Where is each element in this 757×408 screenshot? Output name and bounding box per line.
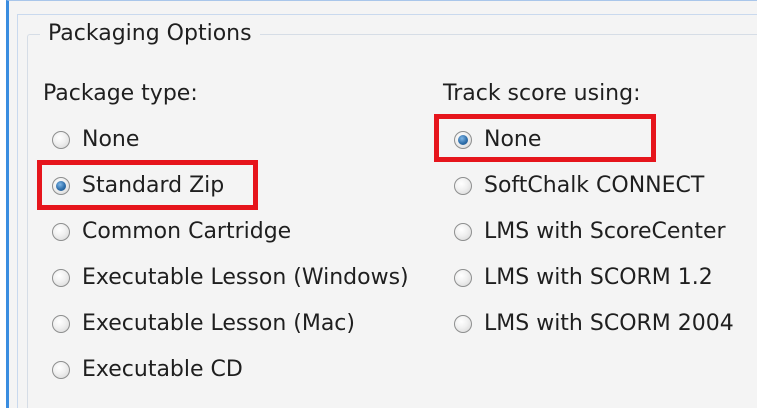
radio-checked-icon[interactable]: [454, 131, 472, 149]
track-score-option-lms-scorm-2004[interactable]: LMS with SCORM 2004: [454, 308, 734, 340]
track-score-option-softchalk-connect[interactable]: SoftChalk CONNECT: [454, 170, 704, 202]
group-title: Packaging Options: [40, 20, 260, 48]
radio-label: LMS with SCORM 1.2: [484, 265, 713, 290]
radio-checked-icon[interactable]: [52, 177, 70, 195]
radio-icon[interactable]: [454, 269, 472, 287]
package-type-option-common-cartridge[interactable]: Common Cartridge: [52, 216, 291, 248]
package-type-option-none[interactable]: None: [52, 124, 139, 156]
radio-label: LMS with ScoreCenter: [484, 219, 726, 244]
package-type-option-standard-zip[interactable]: Standard Zip: [52, 170, 224, 202]
radio-icon[interactable]: [52, 315, 70, 333]
track-score-option-none[interactable]: None: [454, 124, 541, 156]
radio-icon[interactable]: [52, 223, 70, 241]
radio-icon[interactable]: [52, 361, 70, 379]
radio-label: Common Cartridge: [82, 219, 292, 244]
package-type-label: Package type:: [43, 81, 198, 106]
radio-icon[interactable]: [454, 223, 472, 241]
radio-label: Executable Lesson (Windows): [82, 265, 409, 290]
radio-label: LMS with SCORM 2004: [484, 311, 734, 336]
radio-label: None: [82, 127, 140, 152]
radio-label: Executable CD: [82, 357, 243, 382]
package-type-option-executable-mac[interactable]: Executable Lesson (Mac): [52, 308, 355, 340]
radio-icon[interactable]: [52, 269, 70, 287]
radio-icon[interactable]: [454, 177, 472, 195]
radio-label: Standard Zip: [82, 173, 225, 198]
radio-icon[interactable]: [454, 315, 472, 333]
package-type-option-executable-windows[interactable]: Executable Lesson (Windows): [52, 262, 409, 294]
radio-label: None: [484, 127, 542, 152]
track-score-option-lms-scorm-12[interactable]: LMS with SCORM 1.2: [454, 262, 713, 294]
radio-label: Executable Lesson (Mac): [82, 311, 355, 336]
track-score-label: Track score using:: [443, 81, 641, 106]
radio-icon[interactable]: [52, 131, 70, 149]
package-type-option-executable-cd[interactable]: Executable CD: [52, 354, 243, 386]
track-score-option-lms-scorecenter[interactable]: LMS with ScoreCenter: [454, 216, 726, 248]
radio-label: SoftChalk CONNECT: [484, 173, 705, 198]
